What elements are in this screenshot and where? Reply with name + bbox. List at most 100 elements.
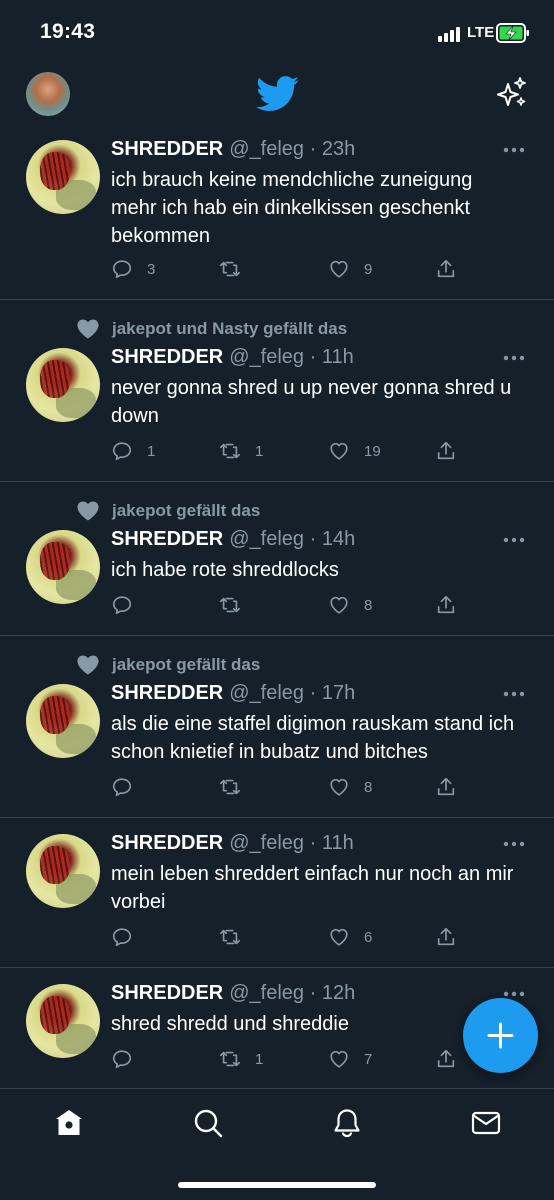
- heart-filled-icon: [77, 655, 99, 675]
- like-count: 6: [364, 928, 373, 946]
- author-name[interactable]: SHREDDER: [111, 682, 223, 704]
- retweet-icon: [220, 597, 240, 613]
- share-icon: [437, 595, 455, 614]
- like-count: 9: [364, 260, 373, 278]
- more-options-icon[interactable]: [502, 840, 526, 848]
- retweet-count: 1: [255, 442, 264, 460]
- reply-button[interactable]: 3: [111, 258, 155, 280]
- reply-icon: [112, 928, 132, 947]
- like-count: 8: [364, 596, 373, 614]
- reply-icon: [112, 442, 132, 461]
- tweet-header: SHREDDER @_feleg · 11h: [111, 832, 354, 855]
- reply-button[interactable]: 1: [111, 440, 155, 462]
- signal-strength-icon: [438, 26, 462, 42]
- tweet-header: SHREDDER @_feleg · 11h: [111, 346, 354, 369]
- retweet-button[interactable]: 1: [219, 1048, 263, 1070]
- tweet-author-avatar[interactable]: [26, 834, 100, 908]
- reply-icon: [112, 778, 132, 797]
- author-name[interactable]: SHREDDER: [111, 832, 223, 854]
- tweet-author-avatar[interactable]: [26, 140, 100, 214]
- tweet[interactable]: jakepot gefällt das SHREDDER @_feleg · 17…: [0, 636, 554, 818]
- tweet-author-avatar[interactable]: [26, 348, 100, 422]
- status-bar: 19:43 LTE: [0, 0, 554, 66]
- share-button[interactable]: [435, 926, 457, 948]
- home-icon: [56, 1110, 82, 1135]
- reply-button[interactable]: [111, 926, 147, 948]
- retweet-button[interactable]: [219, 258, 255, 280]
- share-button[interactable]: [435, 440, 457, 462]
- tweet-text: ich brauch keine mendchliche zuneigung m…: [111, 169, 473, 247]
- social-context-text[interactable]: jakepot gefällt das: [112, 501, 260, 521]
- author-name[interactable]: SHREDDER: [111, 982, 223, 1004]
- compose-tweet-button[interactable]: [463, 998, 538, 1073]
- messages-envelope-icon: [471, 1111, 501, 1135]
- like-button[interactable]: 7: [328, 1048, 372, 1070]
- heart-icon: [330, 1050, 348, 1068]
- more-options-icon[interactable]: [502, 146, 526, 154]
- author-handle-time: @_feleg · 14h: [229, 528, 356, 550]
- share-button[interactable]: [435, 594, 457, 616]
- reply-button[interactable]: [111, 776, 147, 798]
- author-name[interactable]: SHREDDER: [111, 346, 223, 368]
- share-button[interactable]: [435, 1048, 457, 1070]
- author-handle-time: @_feleg · 11h: [229, 346, 354, 368]
- tweet-header: SHREDDER @_feleg · 17h: [111, 682, 355, 705]
- like-button[interactable]: 8: [328, 776, 372, 798]
- twitter-bird-icon[interactable]: [256, 76, 300, 112]
- social-context-text[interactable]: jakepot gefällt das: [112, 655, 260, 675]
- like-count: 19: [364, 442, 381, 460]
- tweet-text: never gonna shred u up never gonna shred…: [111, 377, 512, 427]
- home-indicator[interactable]: [178, 1182, 376, 1188]
- tweet[interactable]: jakepot gefällt das SHREDDER @_feleg · 14…: [0, 482, 554, 636]
- retweet-button[interactable]: [219, 926, 255, 948]
- retweet-icon: [220, 779, 240, 795]
- tweet-header: SHREDDER @_feleg · 14h: [111, 528, 355, 551]
- social-context: jakepot gefällt das: [76, 654, 260, 676]
- share-icon: [437, 441, 455, 460]
- status-time: 19:43: [40, 20, 96, 43]
- tweet-author-avatar[interactable]: [26, 530, 100, 604]
- social-context: jakepot gefällt das: [76, 500, 260, 522]
- like-button[interactable]: 9: [328, 258, 372, 280]
- notifications-bell-icon: [334, 1109, 360, 1138]
- tweet-header: SHREDDER @_feleg · 12h: [111, 982, 355, 1005]
- more-options-icon[interactable]: [502, 536, 526, 544]
- social-context-text[interactable]: jakepot und Nasty gefällt das: [112, 319, 347, 339]
- share-button[interactable]: [435, 776, 457, 798]
- author-handle-time: @_feleg · 11h: [229, 832, 354, 854]
- like-button[interactable]: 6: [328, 926, 372, 948]
- tweet-author-avatar[interactable]: [26, 984, 100, 1058]
- share-button[interactable]: [435, 258, 457, 280]
- tweet-author-avatar[interactable]: [26, 684, 100, 758]
- retweet-icon: [220, 443, 240, 459]
- like-button[interactable]: 19: [328, 440, 381, 462]
- tab-messages[interactable]: [470, 1107, 502, 1139]
- tweet-actions: 8: [111, 594, 471, 618]
- tweet-actions: 3 9: [111, 258, 471, 282]
- sparkle-icon[interactable]: [494, 76, 528, 110]
- more-options-icon[interactable]: [502, 990, 526, 998]
- author-handle-time: @_feleg · 17h: [229, 682, 356, 704]
- author-name[interactable]: SHREDDER: [111, 138, 223, 160]
- profile-avatar-button[interactable]: [26, 72, 70, 116]
- tweet[interactable]: jakepot und Nasty gefällt das SHREDDER @_…: [0, 300, 554, 482]
- tweet[interactable]: SHREDDER @_feleg · 23h ich brauch keine m…: [0, 128, 554, 300]
- tweet-text: ich habe rote shreddlocks: [111, 559, 339, 581]
- retweet-button[interactable]: [219, 594, 255, 616]
- more-options-icon[interactable]: [502, 690, 526, 698]
- like-button[interactable]: 8: [328, 594, 372, 616]
- retweet-button[interactable]: [219, 776, 255, 798]
- more-options-icon[interactable]: [502, 354, 526, 362]
- heart-filled-icon: [77, 319, 99, 339]
- reply-button[interactable]: [111, 1048, 147, 1070]
- like-count: 8: [364, 778, 373, 796]
- reply-count: 1: [147, 442, 156, 460]
- retweet-button[interactable]: 1: [219, 440, 263, 462]
- tweet[interactable]: SHREDDER @_feleg · 11h mein leben shredde…: [0, 818, 554, 968]
- tab-search[interactable]: [192, 1107, 224, 1139]
- author-name[interactable]: SHREDDER: [111, 528, 223, 550]
- tab-notifications[interactable]: [331, 1107, 363, 1139]
- reply-button[interactable]: [111, 594, 147, 616]
- tab-home[interactable]: [53, 1107, 85, 1139]
- heart-filled-icon: [77, 501, 99, 521]
